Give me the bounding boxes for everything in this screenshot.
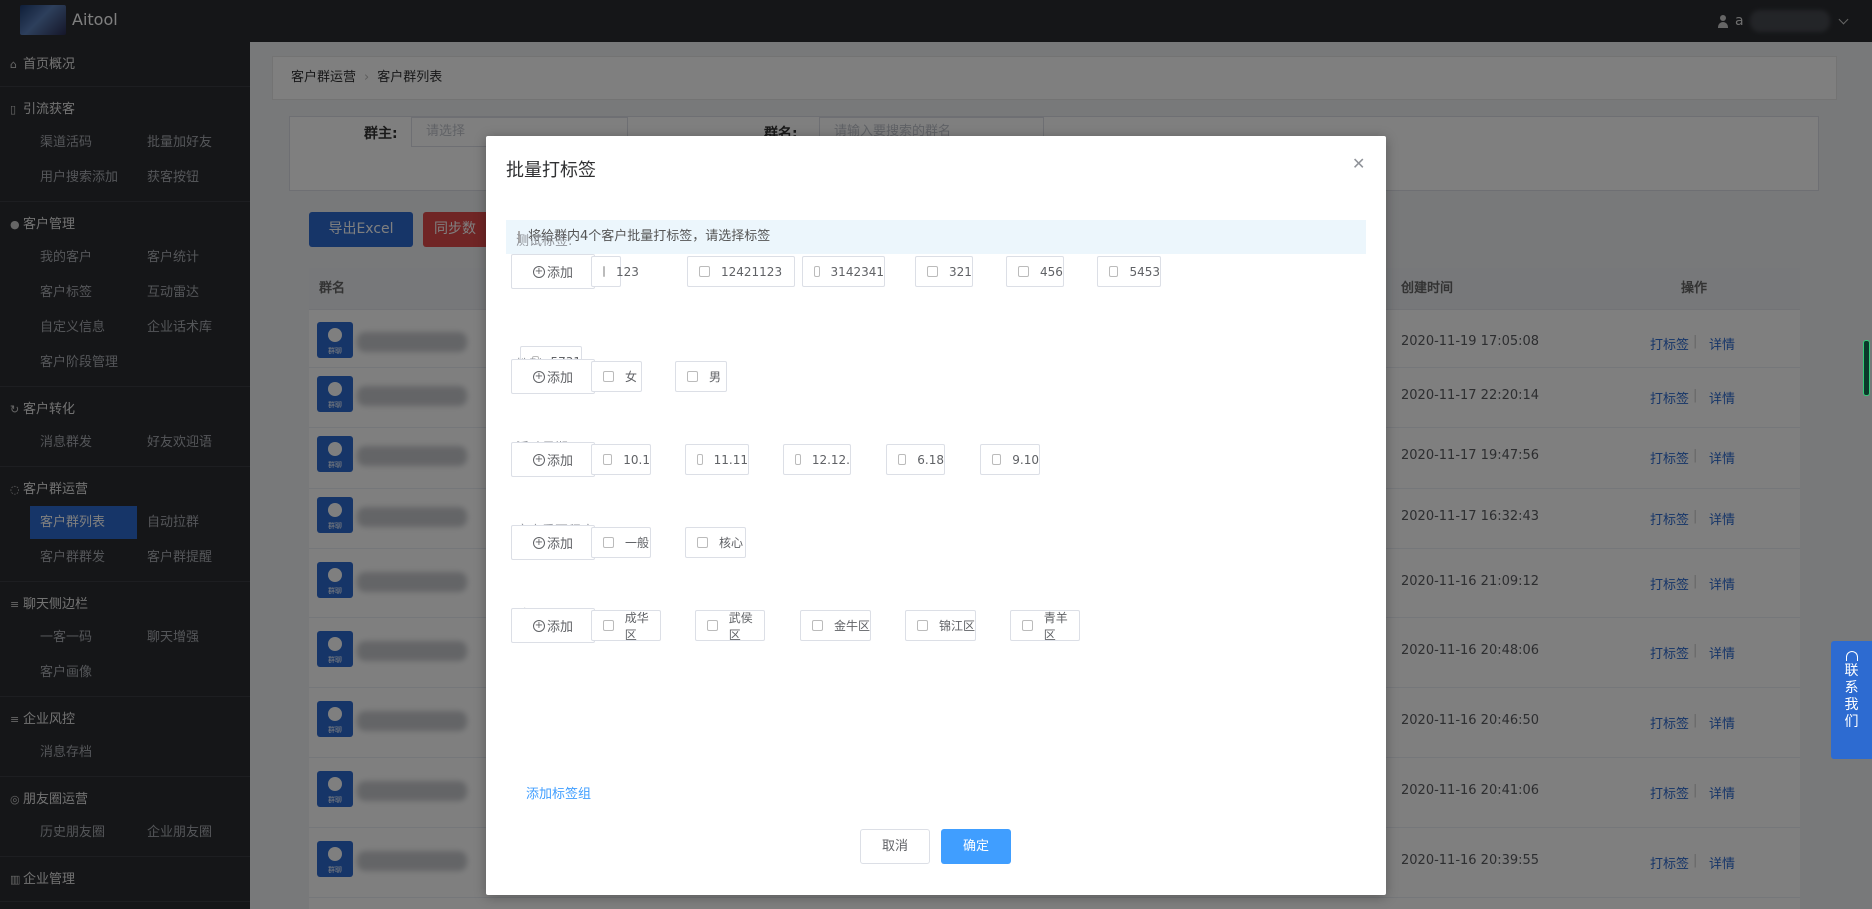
- tag-checkbox[interactable]: 武侯区: [695, 610, 765, 642]
- tag-checkbox[interactable]: 青羊区: [1010, 610, 1080, 642]
- tag-checkbox[interactable]: 3142341: [802, 256, 885, 287]
- tag-label: 123: [616, 264, 639, 279]
- tag-label: 3142341: [830, 264, 884, 279]
- checkbox-icon: [697, 454, 703, 465]
- dialog-title: 批量打标签: [506, 160, 596, 181]
- tag-label: 9.10: [1012, 452, 1039, 467]
- contact-us-button[interactable]: 联系我们: [1831, 641, 1872, 759]
- add-tag-label: 添加: [546, 266, 573, 281]
- tag-label: 11.11: [713, 452, 748, 467]
- tag-label: 金牛区: [834, 619, 871, 633]
- tag-checkbox[interactable]: 12421123: [687, 256, 795, 287]
- checkbox-icon: [927, 266, 938, 277]
- checkbox-icon: [699, 266, 710, 277]
- checkbox-icon: [1022, 620, 1033, 631]
- tag-label: 12421123: [721, 264, 783, 279]
- plus-circle-icon: +: [532, 370, 545, 383]
- tag-label: 成华区: [624, 610, 649, 642]
- tag-label: 6.18: [917, 452, 944, 467]
- checkbox-icon: [603, 371, 614, 382]
- confirm-button[interactable]: 确定: [941, 829, 1011, 864]
- plus-circle-icon: +: [532, 536, 545, 549]
- tag-checkbox[interactable]: 5453: [1097, 256, 1161, 287]
- dialog-tip: 将给群内4个客户批量打标签，请选择标签: [506, 220, 1366, 254]
- contact-us-label: 联系我们: [1831, 663, 1872, 731]
- checkbox-icon: [1018, 266, 1029, 277]
- checkbox-icon: [697, 537, 708, 548]
- tag-label: 核心: [719, 536, 744, 550]
- checkbox-icon: [917, 620, 928, 631]
- add-tag-button[interactable]: + 添加: [511, 525, 595, 560]
- tag-checkbox[interactable]: 男: [675, 361, 727, 392]
- tag-checkbox[interactable]: 321: [915, 256, 973, 287]
- plus-circle-icon: +: [532, 453, 545, 466]
- add-tag-label: 添加: [546, 537, 573, 552]
- tag-checkbox[interactable]: 成华区: [591, 610, 661, 642]
- contact-char: 我: [1844, 697, 1859, 713]
- contact-char: 联: [1844, 663, 1859, 679]
- tag-label: 女: [625, 370, 638, 384]
- checkbox-icon: [795, 454, 801, 465]
- batch-tag-dialog: 批量打标签 ✕ 将给群内4个客户批量打标签，请选择标签 测试标签: + 添加 123 1…: [486, 136, 1386, 895]
- tag-checkbox[interactable]: 12.12.: [783, 444, 851, 475]
- plus-circle-icon: +: [532, 619, 545, 632]
- tag-label: 5453: [1129, 264, 1160, 279]
- checkbox-icon: [603, 537, 614, 548]
- checkbox-icon: [603, 454, 613, 465]
- tag-label: 456: [1040, 264, 1063, 279]
- add-tag-group-link[interactable]: 添加标签组: [526, 783, 591, 802]
- add-tag-button[interactable]: + 添加: [511, 442, 595, 477]
- cancel-button[interactable]: 取消: [860, 829, 930, 864]
- tag-checkbox[interactable]: 123: [591, 256, 639, 287]
- tag-label: 321: [949, 264, 972, 279]
- add-tag-label: 添加: [546, 454, 573, 469]
- tag-checkbox[interactable]: 9.10: [980, 444, 1040, 475]
- checkbox-icon: [687, 371, 698, 382]
- add-tag-button[interactable]: + 添加: [511, 359, 595, 394]
- tag-label: 锦江区: [939, 619, 976, 633]
- contact-char: 系: [1844, 680, 1859, 696]
- checkbox-icon: [992, 454, 1002, 465]
- close-icon[interactable]: ✕: [1352, 154, 1365, 173]
- tag-checkbox[interactable]: 核心: [685, 527, 746, 558]
- tag-checkbox[interactable]: 金牛区: [800, 610, 871, 641]
- tag-checkbox[interactable]: 女: [591, 361, 642, 392]
- tag-label: 青羊区: [1043, 610, 1068, 642]
- checkbox-icon: [812, 620, 823, 631]
- headset-icon: [1845, 651, 1858, 661]
- tag-label: 一般: [625, 536, 650, 550]
- scroll-indicator[interactable]: [1863, 340, 1870, 396]
- checkbox-icon: [1109, 266, 1119, 277]
- tag-checkbox[interactable]: 6.18: [886, 444, 945, 475]
- plus-circle-icon: +: [532, 265, 545, 278]
- tag-label: 武侯区: [728, 610, 753, 642]
- contact-char: 们: [1844, 714, 1859, 730]
- tag-label: 男: [709, 370, 722, 384]
- add-tag-label: 添加: [546, 620, 573, 635]
- tag-checkbox[interactable]: 11.11: [685, 444, 749, 475]
- tag-label: 12.12.: [811, 452, 850, 467]
- add-tag-button[interactable]: + 添加: [511, 254, 595, 289]
- checkbox-icon: [603, 266, 605, 277]
- tag-checkbox[interactable]: 一般: [591, 527, 651, 558]
- tag-checkbox[interactable]: 锦江区: [905, 610, 976, 641]
- tag-checkbox[interactable]: 456: [1006, 256, 1064, 287]
- tag-checkbox[interactable]: 10.1: [591, 444, 651, 475]
- add-tag-button[interactable]: + 添加: [511, 608, 595, 643]
- checkbox-icon: [814, 266, 820, 277]
- tag-group-label: 测试标签:: [516, 234, 573, 249]
- checkbox-icon: [898, 454, 907, 465]
- add-tag-label: 添加: [546, 371, 573, 386]
- tag-label: 10.1: [623, 452, 650, 467]
- checkbox-icon: [707, 620, 718, 631]
- checkbox-icon: [603, 620, 614, 631]
